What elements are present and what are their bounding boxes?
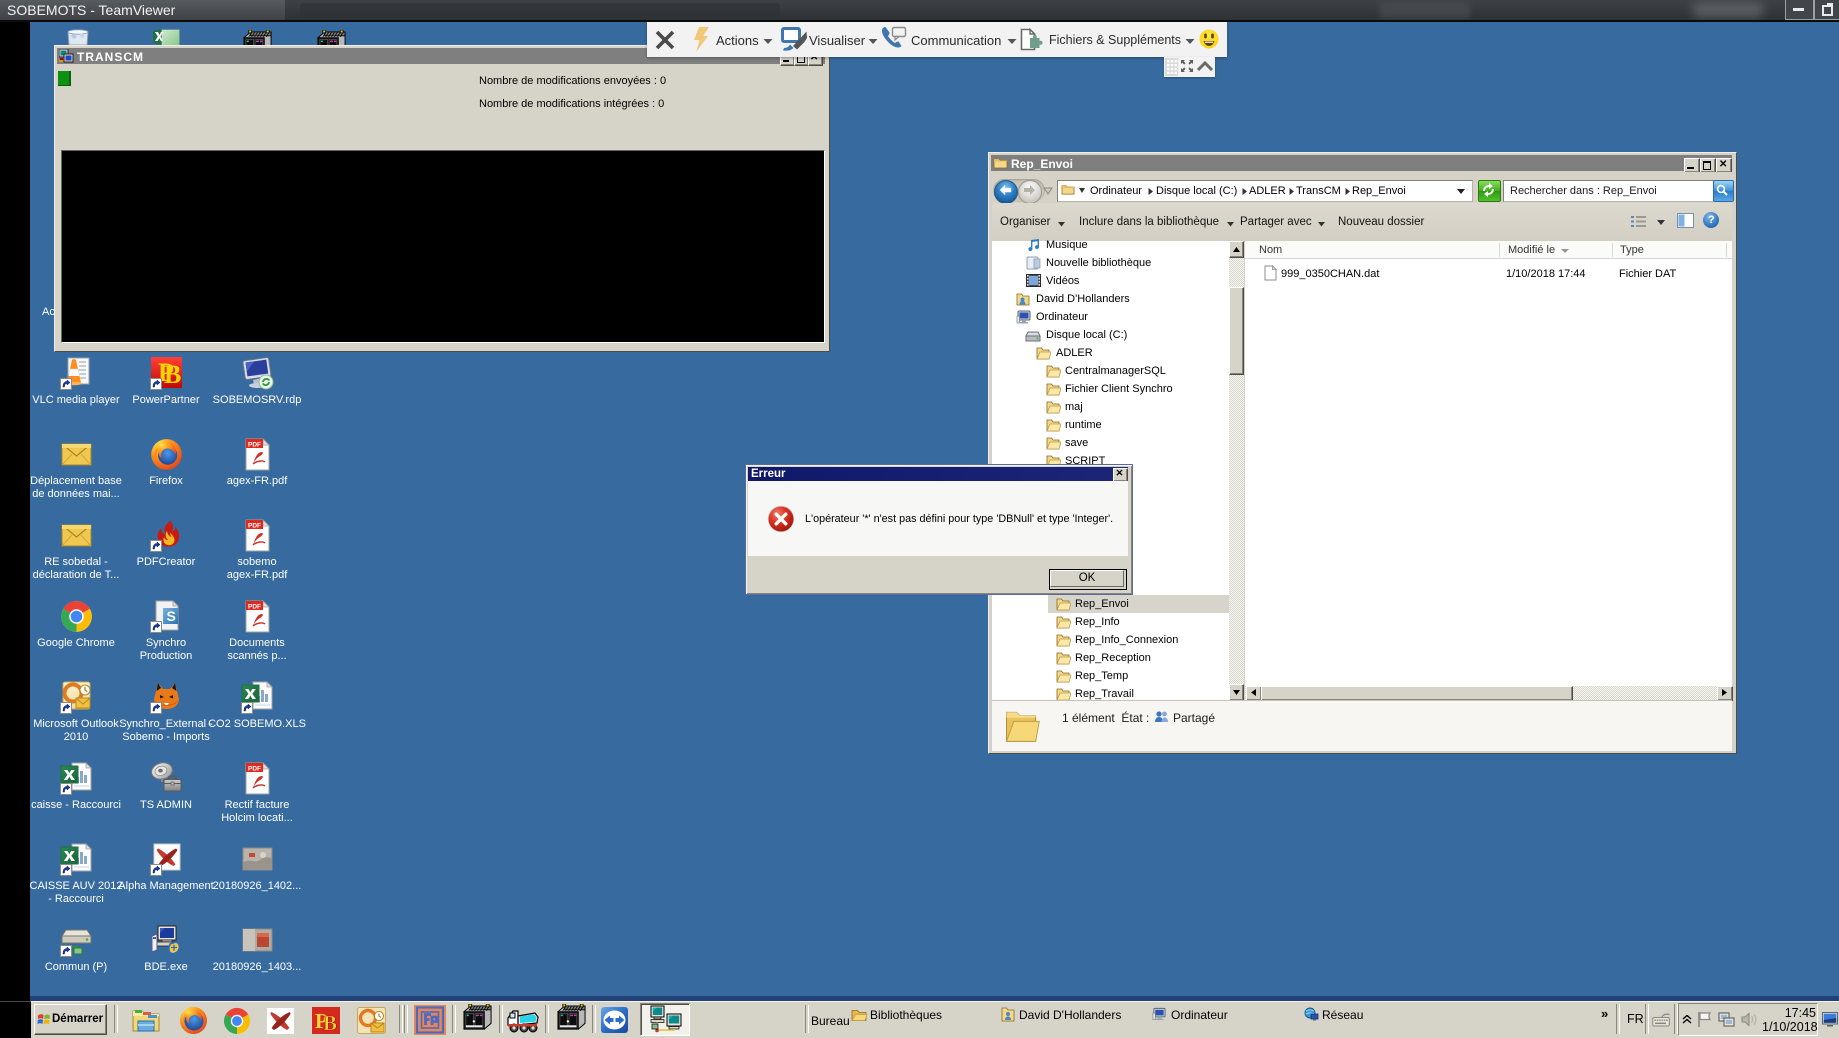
svg-text:B: B <box>323 1011 337 1034</box>
svg-text:PDF: PDF <box>248 766 261 773</box>
svg-text:PDF: PDF <box>248 523 261 530</box>
svg-text:PDF: PDF <box>248 442 261 449</box>
svg-text:B: B <box>164 360 181 389</box>
svg-text:S: S <box>167 608 176 624</box>
svg-text:PDF: PDF <box>248 604 261 611</box>
